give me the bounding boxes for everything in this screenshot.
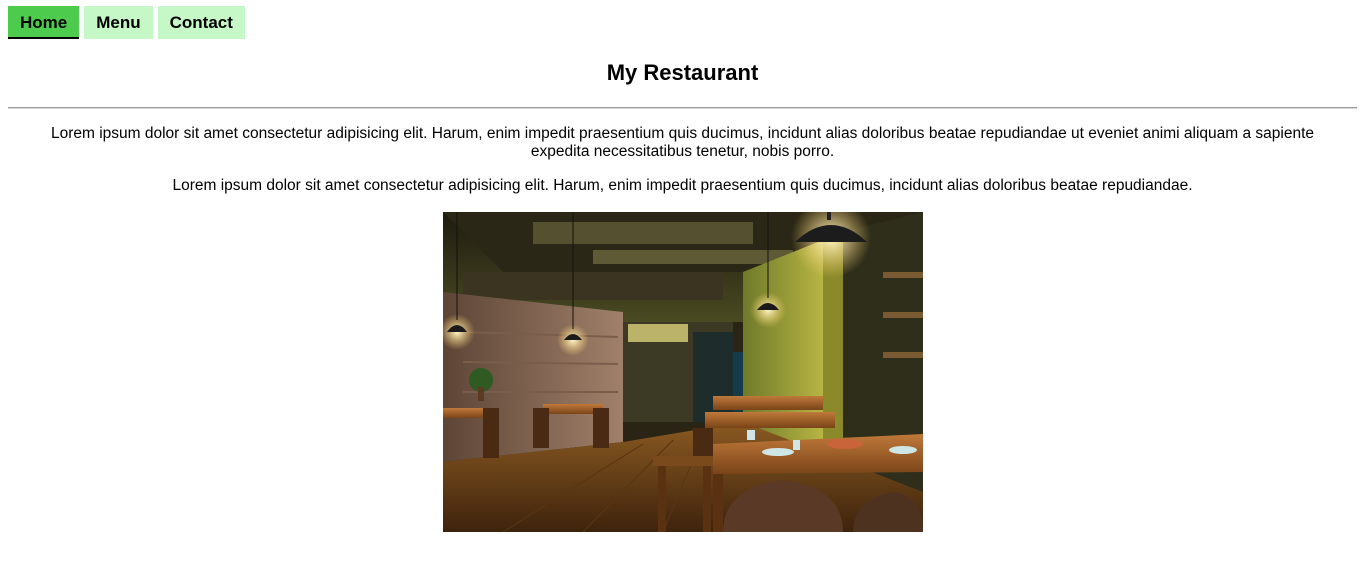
divider: [8, 107, 1357, 109]
restaurant-interior-image: [443, 212, 923, 532]
intro-paragraph: Lorem ipsum dolor sit amet consectetur a…: [50, 125, 1315, 160]
page: Home Menu Contact My Restaurant Lorem ip…: [0, 0, 1365, 577]
nav-home[interactable]: Home: [8, 6, 80, 39]
nav-menu[interactable]: Menu: [84, 6, 153, 39]
nav-contact[interactable]: Contact: [157, 6, 245, 39]
top-nav: Home Menu Contact: [8, 6, 245, 39]
page-title: My Restaurant: [606, 60, 759, 85]
secondary-paragraph: Lorem ipsum dolor sit amet consectetur a…: [172, 177, 1193, 194]
